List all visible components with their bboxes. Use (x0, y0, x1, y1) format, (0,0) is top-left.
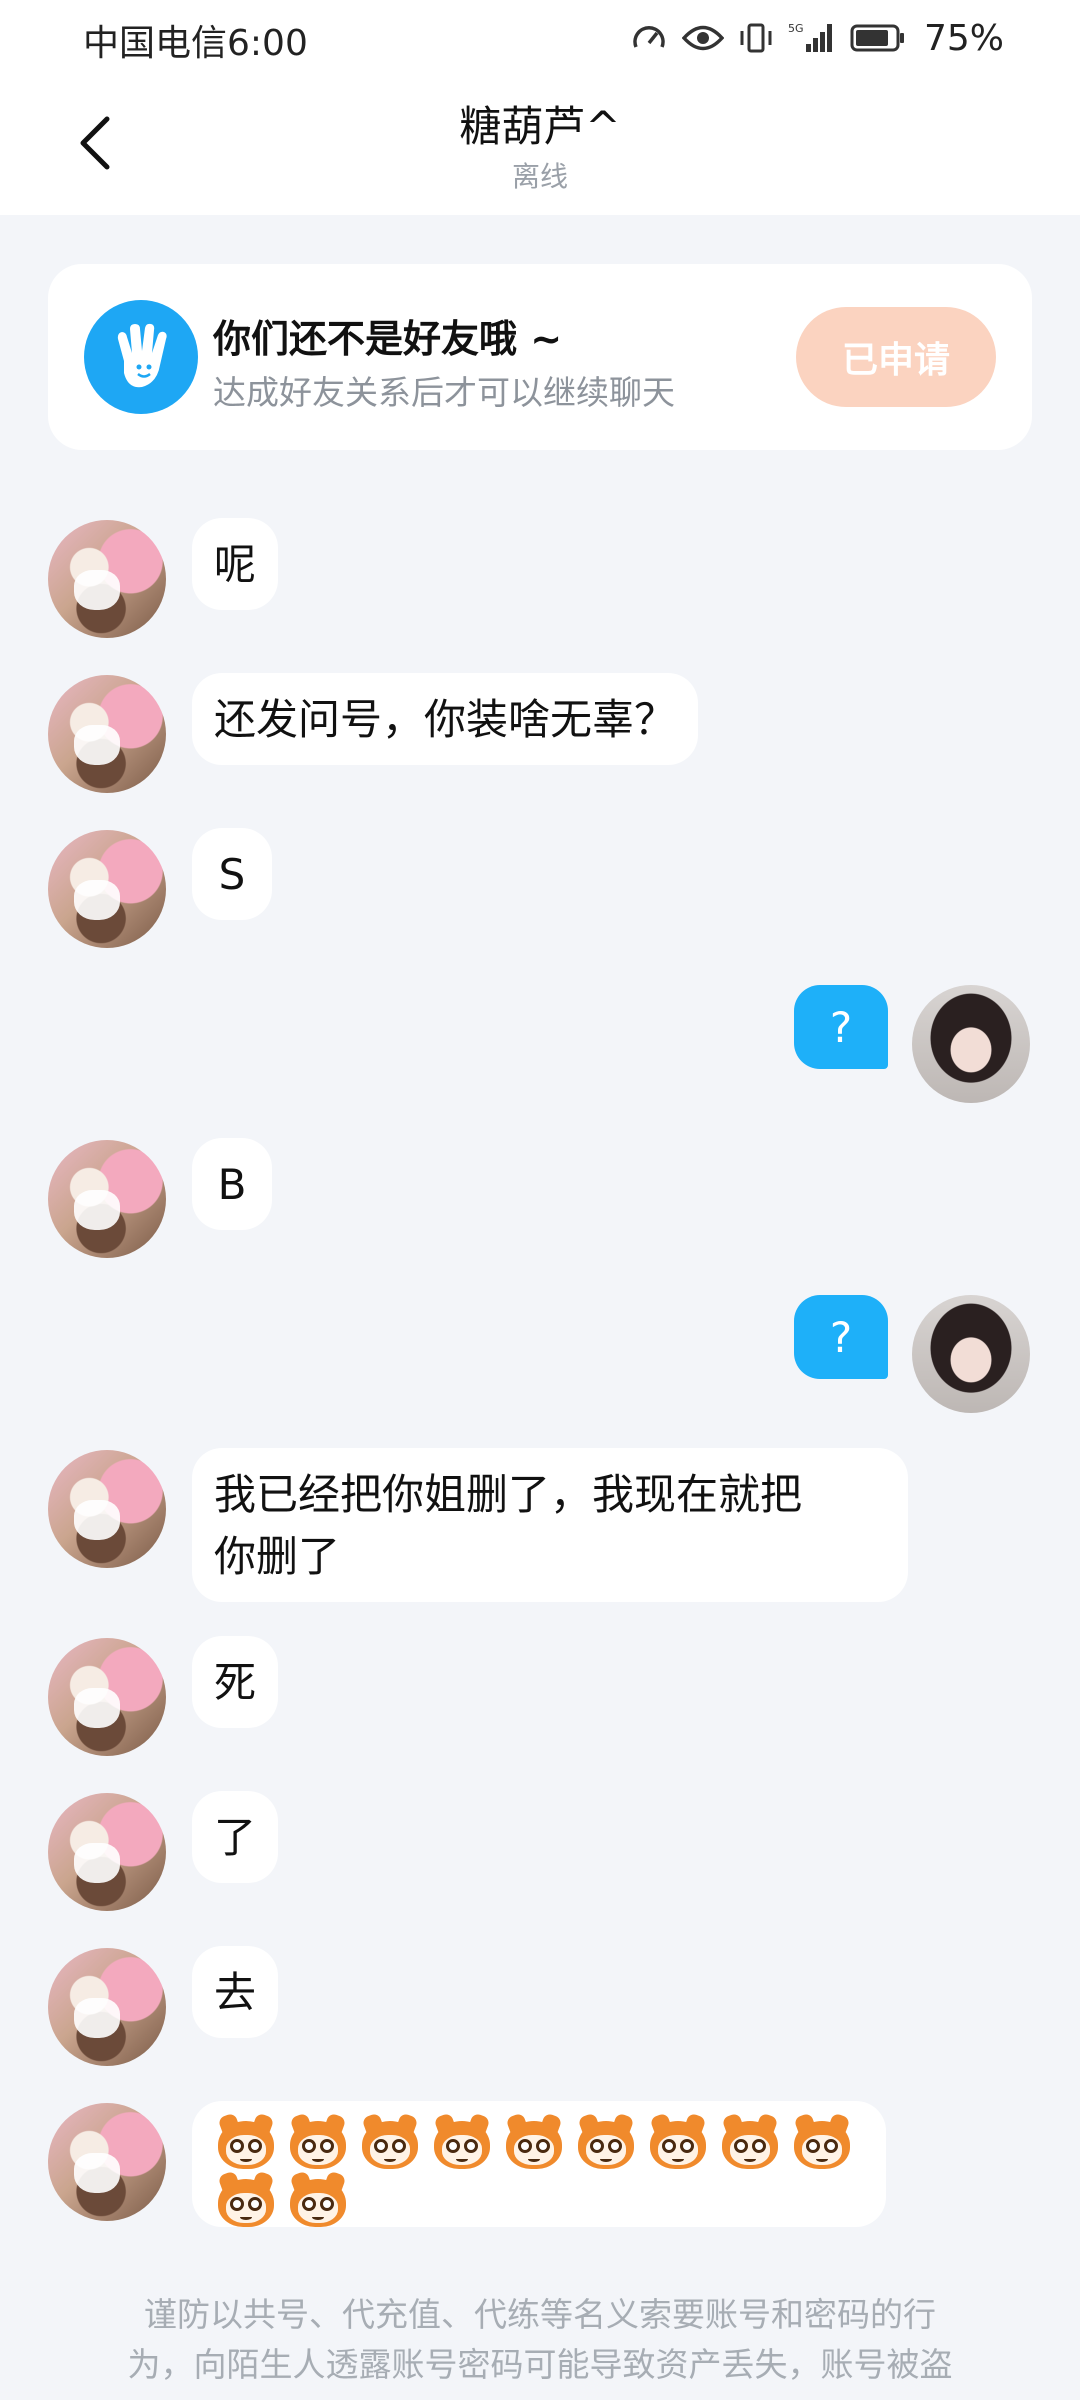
message-bubble[interactable]: 还发问号，你装啥无辜？ (192, 673, 699, 765)
monkey-face-icon (358, 2112, 422, 2171)
message-bubble[interactable]: S (192, 828, 272, 920)
security-notice: 谨防以共号、代充值、代练等名义索要账号和密码的行 为，向陌生人透露账号密码可能导… (70, 2290, 1010, 2390)
monkey-face-icon (790, 2112, 854, 2171)
monkey-face-icon (214, 2170, 278, 2229)
eye-icon (681, 23, 724, 53)
monkey-face-icon (574, 2112, 638, 2171)
notice-title: 你们还不是好友哦 ~ (213, 317, 563, 361)
monkey-face-icon (286, 2112, 350, 2171)
monkey-face-icon (646, 2112, 710, 2171)
hand-wave-icon (84, 300, 198, 414)
message-line: 我已经把你姐删了，我现在就把 (214, 1470, 803, 1519)
message-bubble[interactable]: 死 (192, 1636, 279, 1728)
notice-subtitle: 达成好友关系后才可以继续聊天 (213, 373, 675, 412)
battery-percent: 75% (923, 17, 1004, 59)
not-friends-notice: 你们还不是好友哦 ~ 达成好友关系后才可以继续聊天 已申请 (48, 264, 1032, 450)
sent-message-bubble[interactable]: ? (794, 1295, 888, 1379)
emoji-row (214, 2112, 864, 2171)
my-avatar[interactable] (912, 985, 1030, 1103)
carrier-time: 中国电信6:00 (83, 23, 308, 64)
contact-avatar[interactable] (48, 1450, 166, 1568)
emoji-message-bubble[interactable] (192, 2101, 886, 2227)
monkey-face-icon (502, 2112, 566, 2171)
contact-avatar[interactable] (48, 675, 166, 793)
status-bar: 中国电信6:00 5G 75% (0, 0, 1080, 75)
online-status: 离线 (511, 160, 568, 193)
emoji-row (214, 2170, 864, 2229)
message-bubble[interactable]: 了 (192, 1791, 279, 1883)
security-notice-line: 谨防以共号、代充值、代练等名义索要账号和密码的行 (144, 2295, 936, 2334)
message-bubble[interactable]: 去 (192, 1946, 279, 2038)
contact-avatar[interactable] (48, 1140, 166, 1258)
security-notice-line: 为，向陌生人透露账号密码可能导致资产丢失，账号被盗 (127, 2345, 953, 2384)
svg-text:5G: 5G (788, 22, 804, 35)
battery-icon (850, 23, 906, 53)
message-bubble[interactable]: 我已经把你姐删了，我现在就把 你删了 (192, 1448, 908, 1602)
contact-avatar[interactable] (48, 2103, 166, 2221)
vibrate-icon (738, 20, 774, 56)
contact-avatar[interactable] (48, 1638, 166, 1756)
speedometer-icon (630, 19, 668, 57)
contact-avatar[interactable] (48, 830, 166, 948)
sent-message-bubble[interactable]: ? (794, 985, 888, 1069)
contact-name[interactable]: 糖葫芦^ (0, 93, 1080, 154)
message-bubble[interactable]: B (192, 1138, 272, 1230)
5g-signal-icon: 5G (788, 20, 836, 56)
monkey-face-icon (430, 2112, 494, 2171)
message-bubble[interactable]: 呢 (192, 518, 279, 610)
monkey-face-icon (718, 2112, 782, 2171)
monkey-face-icon (214, 2112, 278, 2171)
contact-avatar[interactable] (48, 1948, 166, 2066)
message-line: 你删了 (214, 1532, 341, 1581)
applied-button[interactable]: 已申请 (796, 307, 996, 407)
status-icons: 5G 75% (630, 10, 1004, 66)
chat-header: 糖葫芦^ 离线 (0, 75, 1080, 215)
contact-avatar[interactable] (48, 520, 166, 638)
contact-avatar[interactable] (48, 1793, 166, 1911)
monkey-face-icon (286, 2170, 350, 2229)
my-avatar[interactable] (912, 1295, 1030, 1413)
